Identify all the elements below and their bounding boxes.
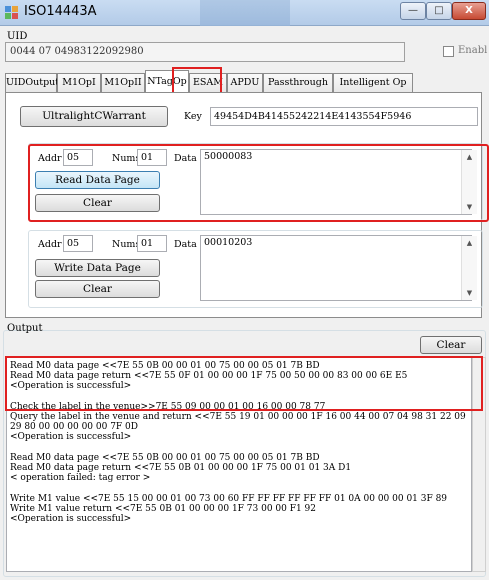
enable-label: Enabl [458,45,488,56]
tab-m1opi[interactable]: M1OpI [57,73,101,92]
ntagop-panel: UltralightCWarrant Key 49454D4B414552422… [5,92,489,318]
write-data-scrollbar[interactable]: ▲ ▼ [461,236,477,300]
scroll-down-arrow-icon[interactable]: ▼ [462,286,477,300]
tab-intelligent-op[interactable]: Intelligent Op [333,73,413,92]
write-addr-input[interactable]: 05 [63,235,93,252]
enable-checkbox[interactable] [443,46,454,57]
write-nums-input[interactable]: 01 [137,235,167,252]
write-data-textarea[interactable]: 00010203 [200,235,472,301]
write-clear-button[interactable]: Clear [35,280,160,298]
app-icon [5,6,18,19]
log-highlight-box [5,356,483,411]
output-label: Output [7,323,43,334]
scroll-up-arrow-icon[interactable]: ▲ [462,236,477,250]
read-group-highlight-box [28,144,489,222]
output-clear-button[interactable]: Clear [420,336,482,354]
tab-passthrough[interactable]: Passthrough [263,73,333,92]
uid-label: UID [7,31,28,42]
write-addr-label: Addr [38,239,62,250]
tab-highlight-box [172,67,222,94]
tab-uidoutput[interactable]: UIDOutput [5,73,59,92]
minimize-button[interactable]: — [400,2,426,20]
uid-field[interactable]: 0044 07 04983122092980 [5,42,405,62]
maximize-button[interactable]: □ [426,2,452,20]
title-bar: ISO14443A — □ X [0,0,489,26]
write-data-label: Data [174,239,197,250]
close-button[interactable]: X [452,2,486,20]
key-input[interactable]: 49454D4B41455242214E4143554F5946 [210,107,478,126]
key-label: Key [184,111,202,122]
window-title: ISO14443A [24,4,97,19]
tab-m1opii[interactable]: M1OpII [101,73,145,92]
ultralight-c-warrant-button[interactable]: UltralightCWarrant [20,106,168,127]
tab-apdu[interactable]: APDU [227,73,263,92]
write-data-page-button[interactable]: Write Data Page [35,259,160,277]
